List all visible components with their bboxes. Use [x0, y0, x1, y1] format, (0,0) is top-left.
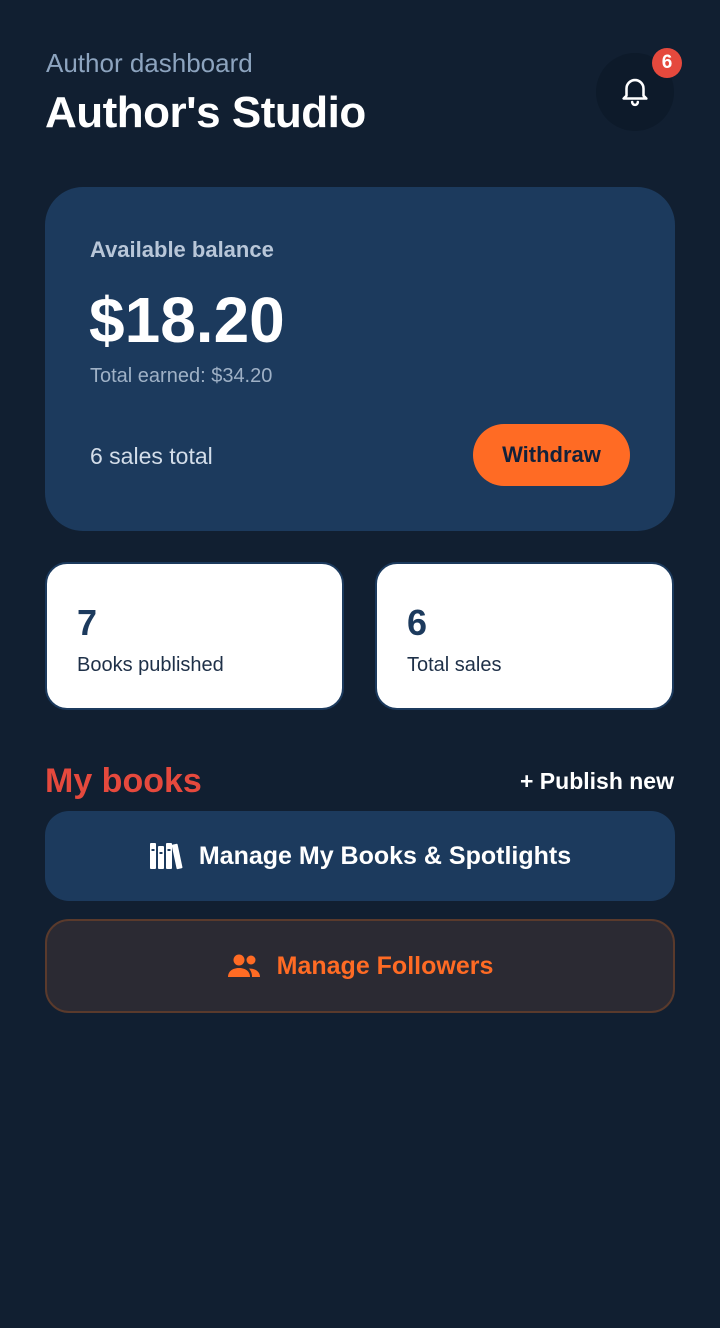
stat-card-total-sales: 6 Total sales [375, 562, 674, 710]
section-title-my-books: My books [45, 762, 202, 800]
page-title: Author's Studio [45, 88, 366, 137]
publish-new-link[interactable]: + Publish new [520, 768, 674, 795]
manage-books-label: Manage My Books & Spotlights [198, 841, 572, 870]
sales-total: 6 sales total [90, 443, 213, 469]
books-icon [149, 841, 183, 871]
author-dashboard-screen: Author dashboard Author's Studio 6 Avail… [0, 0, 720, 1328]
manage-followers-button[interactable]: Manage Followers [45, 919, 675, 1013]
notification-count-badge: 6 [652, 48, 682, 78]
manage-books-button[interactable]: Manage My Books & Spotlights [45, 811, 675, 901]
bell-icon [618, 73, 652, 112]
stat-value: 6 [407, 602, 428, 643]
balance-label: Available balance [90, 237, 274, 262]
total-earned: Total earned: $34.20 [90, 365, 273, 387]
people-icon [227, 953, 261, 979]
stat-card-books-published: 7 Books published [45, 562, 344, 710]
balance-amount: $18.20 [89, 284, 285, 356]
stat-label: Books published [77, 654, 224, 676]
header-subtitle: Author dashboard [46, 48, 253, 78]
stat-value: 7 [77, 602, 98, 643]
stat-label: Total sales [407, 654, 502, 676]
withdraw-button[interactable]: Withdraw [473, 424, 630, 486]
manage-followers-label: Manage Followers [276, 951, 494, 980]
balance-card: Available balance $18.20 Total earned: $… [45, 187, 675, 531]
